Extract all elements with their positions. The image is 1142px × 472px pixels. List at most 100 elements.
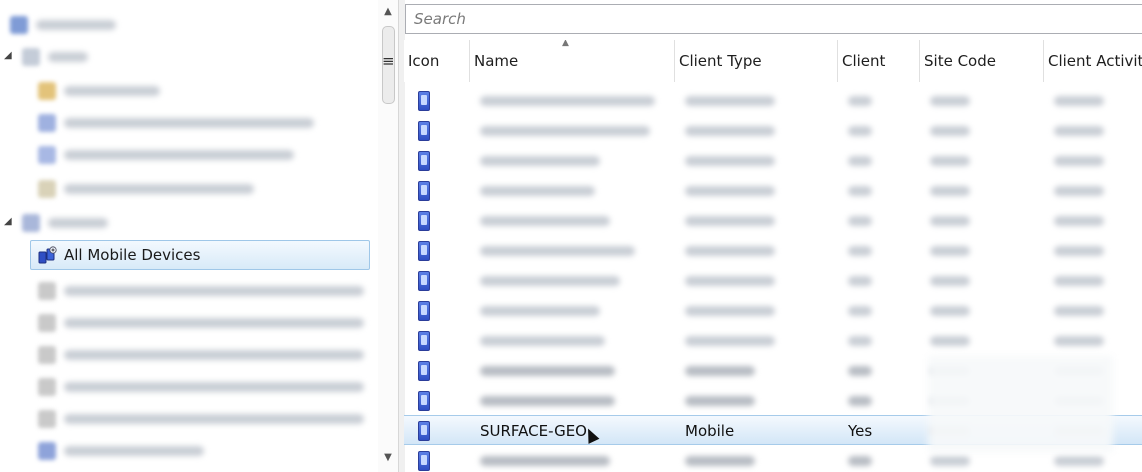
blurred-value [848, 126, 872, 136]
cell-icon [404, 236, 430, 266]
cell-client [848, 446, 872, 472]
blurred-value [1054, 246, 1104, 256]
search-input[interactable] [405, 4, 1142, 34]
column-header-client-type[interactable]: Client Type [675, 40, 838, 82]
tree-node-all-mobile-devices[interactable]: All Mobile Devices [30, 240, 370, 270]
cell-icon [404, 326, 430, 356]
cell-name [480, 296, 600, 326]
blurred-value [480, 456, 610, 466]
blurred-label [36, 20, 116, 30]
cell-client-type [685, 446, 755, 472]
table-row[interactable] [404, 206, 1142, 236]
cell-client-activity [1054, 326, 1104, 356]
column-header-client[interactable]: Client [838, 40, 920, 82]
cell-client-activity [1054, 266, 1104, 296]
table-row[interactable] [404, 146, 1142, 176]
cell-client-type [685, 146, 775, 176]
collapse-arrow-icon[interactable]: ◢ [4, 50, 12, 61]
cell-name [480, 176, 595, 206]
tree-node-blurred[interactable] [22, 46, 88, 68]
tree-node-blurred[interactable] [38, 178, 254, 200]
tree-node-blurred[interactable] [38, 376, 364, 398]
tree-node-blurred[interactable] [38, 440, 204, 462]
cell-client: Yes [848, 422, 873, 440]
table-row[interactable] [404, 326, 1142, 356]
blurred-value [685, 186, 775, 196]
cell-site-code [930, 86, 970, 116]
cell-icon [404, 206, 430, 236]
cell-name [480, 356, 615, 386]
blurred-value [685, 336, 775, 346]
column-header-icon[interactable]: Icon [404, 40, 470, 82]
column-header-client-activity[interactable]: Client Activity [1044, 40, 1142, 82]
collection-icon [38, 378, 56, 396]
blurred-value [685, 96, 775, 106]
mobile-device-icon [418, 271, 430, 291]
navigation-tree[interactable]: ◢ ◢ All Mobile Devices [0, 0, 378, 472]
blurred-label [48, 52, 88, 62]
tree-node-blurred[interactable] [38, 344, 364, 366]
cell-client-type [685, 206, 775, 236]
tree-node-label: All Mobile Devices [64, 246, 201, 264]
table-row[interactable] [404, 116, 1142, 146]
collapse-arrow-icon[interactable]: ◢ [4, 216, 12, 227]
tree-scrollbar[interactable]: ▲ ▼ [378, 0, 398, 472]
blurred-value [480, 156, 600, 166]
tree-node-blurred[interactable] [38, 112, 314, 134]
cell-name: SURFACE-GEO [480, 422, 587, 440]
table-row[interactable] [404, 86, 1142, 116]
scroll-up-arrow-icon[interactable]: ▲ [378, 6, 398, 17]
cell-name [480, 86, 655, 116]
blurred-label [64, 86, 160, 96]
blurred-value [848, 306, 872, 316]
blurred-value [1054, 456, 1104, 466]
table-row[interactable] [404, 236, 1142, 266]
cell-site-code [930, 146, 970, 176]
blurred-value [848, 96, 872, 106]
blurred-value [480, 126, 650, 136]
mobile-device-icon [418, 121, 430, 141]
cell-site-code [930, 236, 970, 266]
mobile-device-icon [418, 391, 430, 411]
blurred-value [480, 306, 600, 316]
sort-ascending-icon: ▲ [562, 40, 569, 48]
cell-client-type [685, 386, 755, 416]
column-header-site-code[interactable]: Site Code [920, 40, 1044, 82]
table-row[interactable] [404, 176, 1142, 206]
mobile-device-icon [418, 361, 430, 381]
blurred-value [685, 216, 775, 226]
blurred-value [480, 396, 615, 406]
tree-node-blurred[interactable] [10, 14, 116, 36]
cell-client-type [685, 176, 775, 206]
mobile-device-icon [418, 211, 430, 231]
cell-name [480, 266, 620, 296]
collection-icon [38, 180, 56, 198]
tree-node-blurred[interactable] [38, 144, 294, 166]
folder-icon [22, 214, 40, 232]
blurred-value [848, 456, 872, 466]
cell-client-type [685, 86, 775, 116]
tree-node-blurred[interactable] [38, 280, 364, 302]
collection-icon [38, 146, 56, 164]
table-row[interactable] [404, 266, 1142, 296]
mobile-device-icon [418, 241, 430, 261]
scroll-down-arrow-icon[interactable]: ▼ [378, 452, 398, 463]
tree-node-blurred[interactable] [38, 408, 364, 430]
cell-icon [404, 176, 430, 206]
column-chooser-icon[interactable]: ≡ [382, 52, 395, 70]
column-header-name[interactable]: ▲ Name [470, 40, 675, 82]
tree-node-blurred[interactable] [38, 312, 364, 334]
blurred-value [1054, 126, 1104, 136]
redaction-overlay [928, 356, 1113, 452]
blurred-label [64, 446, 204, 456]
blurred-value [1054, 96, 1104, 106]
cell-client-activity [1054, 236, 1104, 266]
blurred-label [64, 286, 364, 296]
cell-name [480, 116, 650, 146]
mobile-device-icon [418, 151, 430, 171]
cell-client-activity [1054, 146, 1104, 176]
table-row[interactable] [404, 296, 1142, 326]
tree-node-blurred[interactable] [22, 212, 108, 234]
cell-icon [404, 146, 430, 176]
tree-node-blurred[interactable] [38, 80, 160, 102]
